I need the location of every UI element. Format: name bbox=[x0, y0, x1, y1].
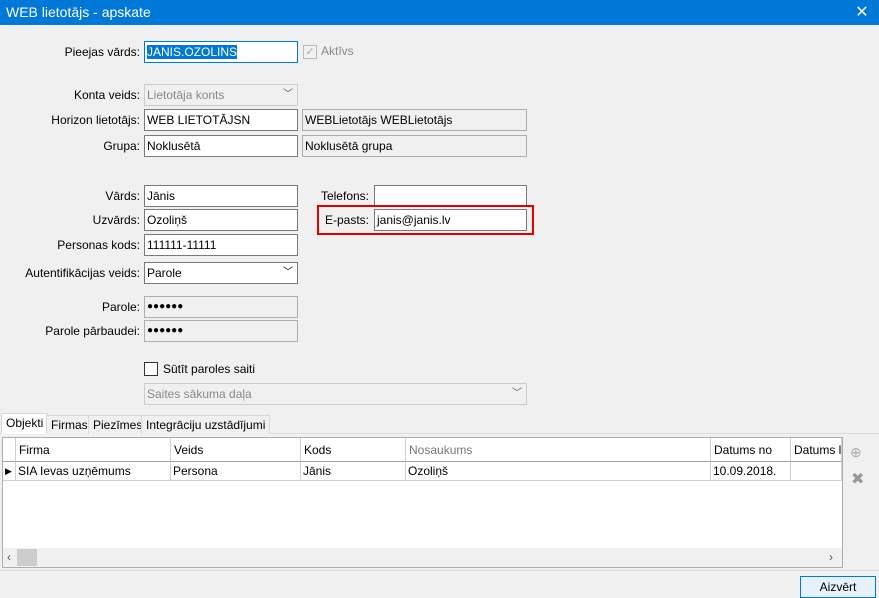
tab-objekti[interactable]: Objekti bbox=[1, 413, 49, 434]
account-type-value: Lietotāja konts bbox=[147, 88, 225, 102]
close-button[interactable]: Aizvērt bbox=[800, 576, 876, 598]
account-type-select[interactable]: Lietotāja konts ﹀ bbox=[144, 84, 298, 106]
table-cell[interactable]: 10.09.2018. bbox=[711, 462, 791, 481]
column-header-kods[interactable]: Kods bbox=[301, 438, 406, 462]
title-bar: WEB lietotājs - apskate bbox=[0, 0, 879, 25]
footer-divider bbox=[0, 570, 879, 571]
email-input[interactable]: janis@janis.lv bbox=[374, 209, 527, 231]
account-type-label: Konta veids: bbox=[73, 88, 140, 102]
auth-type-label: Autentifikācijas veids: bbox=[25, 266, 140, 280]
delete-row-icon[interactable]: ✖ bbox=[851, 469, 864, 489]
start-page-placeholder: Saites sākuma daļa bbox=[147, 387, 252, 401]
tab-firmas[interactable]: Firmas bbox=[46, 415, 93, 434]
login-label: Pieejas vārds: bbox=[64, 45, 140, 59]
email-label: E-pasts: bbox=[324, 213, 369, 227]
active-checkbox[interactable]: ✓ bbox=[303, 45, 317, 59]
auth-type-select[interactable]: Parole ﹀ bbox=[144, 262, 298, 284]
table-cell[interactable]: Persona bbox=[171, 462, 301, 481]
column-header-firma[interactable]: Firma bbox=[16, 438, 171, 462]
close-icon[interactable]: ✕ bbox=[845, 0, 879, 25]
column-header-datums-no[interactable]: Datums no bbox=[711, 438, 791, 462]
first-name-label: Vārds: bbox=[105, 189, 140, 203]
column-header-veids[interactable]: Veids bbox=[171, 438, 301, 462]
row-indicator-icon: ▶ bbox=[3, 462, 16, 481]
column-header-datums-lidz[interactable]: Datums līdz bbox=[791, 438, 842, 462]
login-input[interactable]: JANIS.OZOLINS bbox=[144, 41, 298, 63]
group-input[interactable]: Noklusētā bbox=[144, 135, 298, 157]
password-confirm-input[interactable]: ●●●●●● bbox=[144, 320, 298, 342]
table-cell[interactable] bbox=[791, 462, 842, 481]
add-row-icon[interactable]: ⊕ bbox=[850, 444, 862, 461]
send-link-label: Sūtīt paroles saiti bbox=[163, 362, 256, 376]
window-title: WEB lietotājs - apskate bbox=[6, 4, 151, 20]
login-value: JANIS.OZOLINS bbox=[147, 45, 238, 59]
password-input[interactable]: ●●●●●● bbox=[144, 296, 298, 318]
password-label: Parole: bbox=[101, 300, 140, 314]
horizontal-scrollbar[interactable]: ‹ › bbox=[3, 548, 842, 567]
personal-code-input[interactable]: 111111-11111 bbox=[144, 234, 298, 256]
objects-grid: Firma Veids Kods Nosaukums Datums no Dat… bbox=[2, 437, 843, 568]
last-name-label: Uzvārds: bbox=[92, 213, 140, 227]
phone-input[interactable] bbox=[374, 185, 527, 207]
last-name-input[interactable]: Ozoliņš bbox=[144, 209, 298, 231]
scroll-left-icon[interactable]: ‹ bbox=[7, 550, 11, 564]
chevron-down-icon: ﹀ bbox=[283, 89, 293, 100]
start-page-select[interactable]: Saites sākuma daļa ﹀ bbox=[144, 383, 527, 405]
active-label: Aktīvs bbox=[321, 44, 354, 58]
table-cell[interactable]: SIA Ievas uzņēmums bbox=[16, 462, 171, 481]
password-confirm-label: Parole pārbaudei: bbox=[45, 324, 140, 338]
auth-type-value: Parole bbox=[147, 266, 182, 280]
send-link-checkbox[interactable] bbox=[144, 362, 158, 376]
chevron-down-icon: ﹀ bbox=[512, 388, 522, 399]
horizon-user-name: WEBLietotājs WEBLietotājs bbox=[302, 109, 527, 131]
group-name: Noklusētā grupa bbox=[302, 135, 527, 157]
chevron-down-icon: ﹀ bbox=[283, 267, 293, 278]
column-header-nosaukums[interactable]: Nosaukums bbox=[406, 438, 711, 462]
row-indicator-header bbox=[3, 438, 16, 462]
personal-code-label: Personas kods: bbox=[57, 238, 140, 252]
horizon-user-input[interactable]: WEB LIETOTĀJSN bbox=[144, 109, 298, 131]
tab-piezimes[interactable]: Piezīmes bbox=[88, 415, 148, 434]
scroll-right-icon[interactable]: › bbox=[829, 550, 833, 564]
table-cell[interactable]: Ozoliņš bbox=[406, 462, 711, 481]
scroll-thumb[interactable] bbox=[17, 549, 37, 566]
horizon-user-label: Horizon lietotājs: bbox=[51, 113, 140, 127]
group-label: Grupa: bbox=[103, 139, 140, 153]
first-name-input[interactable]: Jānis bbox=[144, 185, 298, 207]
phone-label: Telefons: bbox=[320, 189, 369, 203]
table-cell[interactable]: Jānis bbox=[301, 462, 406, 481]
tab-integracijas[interactable]: Integrāciju uzstādījumi bbox=[141, 415, 271, 434]
